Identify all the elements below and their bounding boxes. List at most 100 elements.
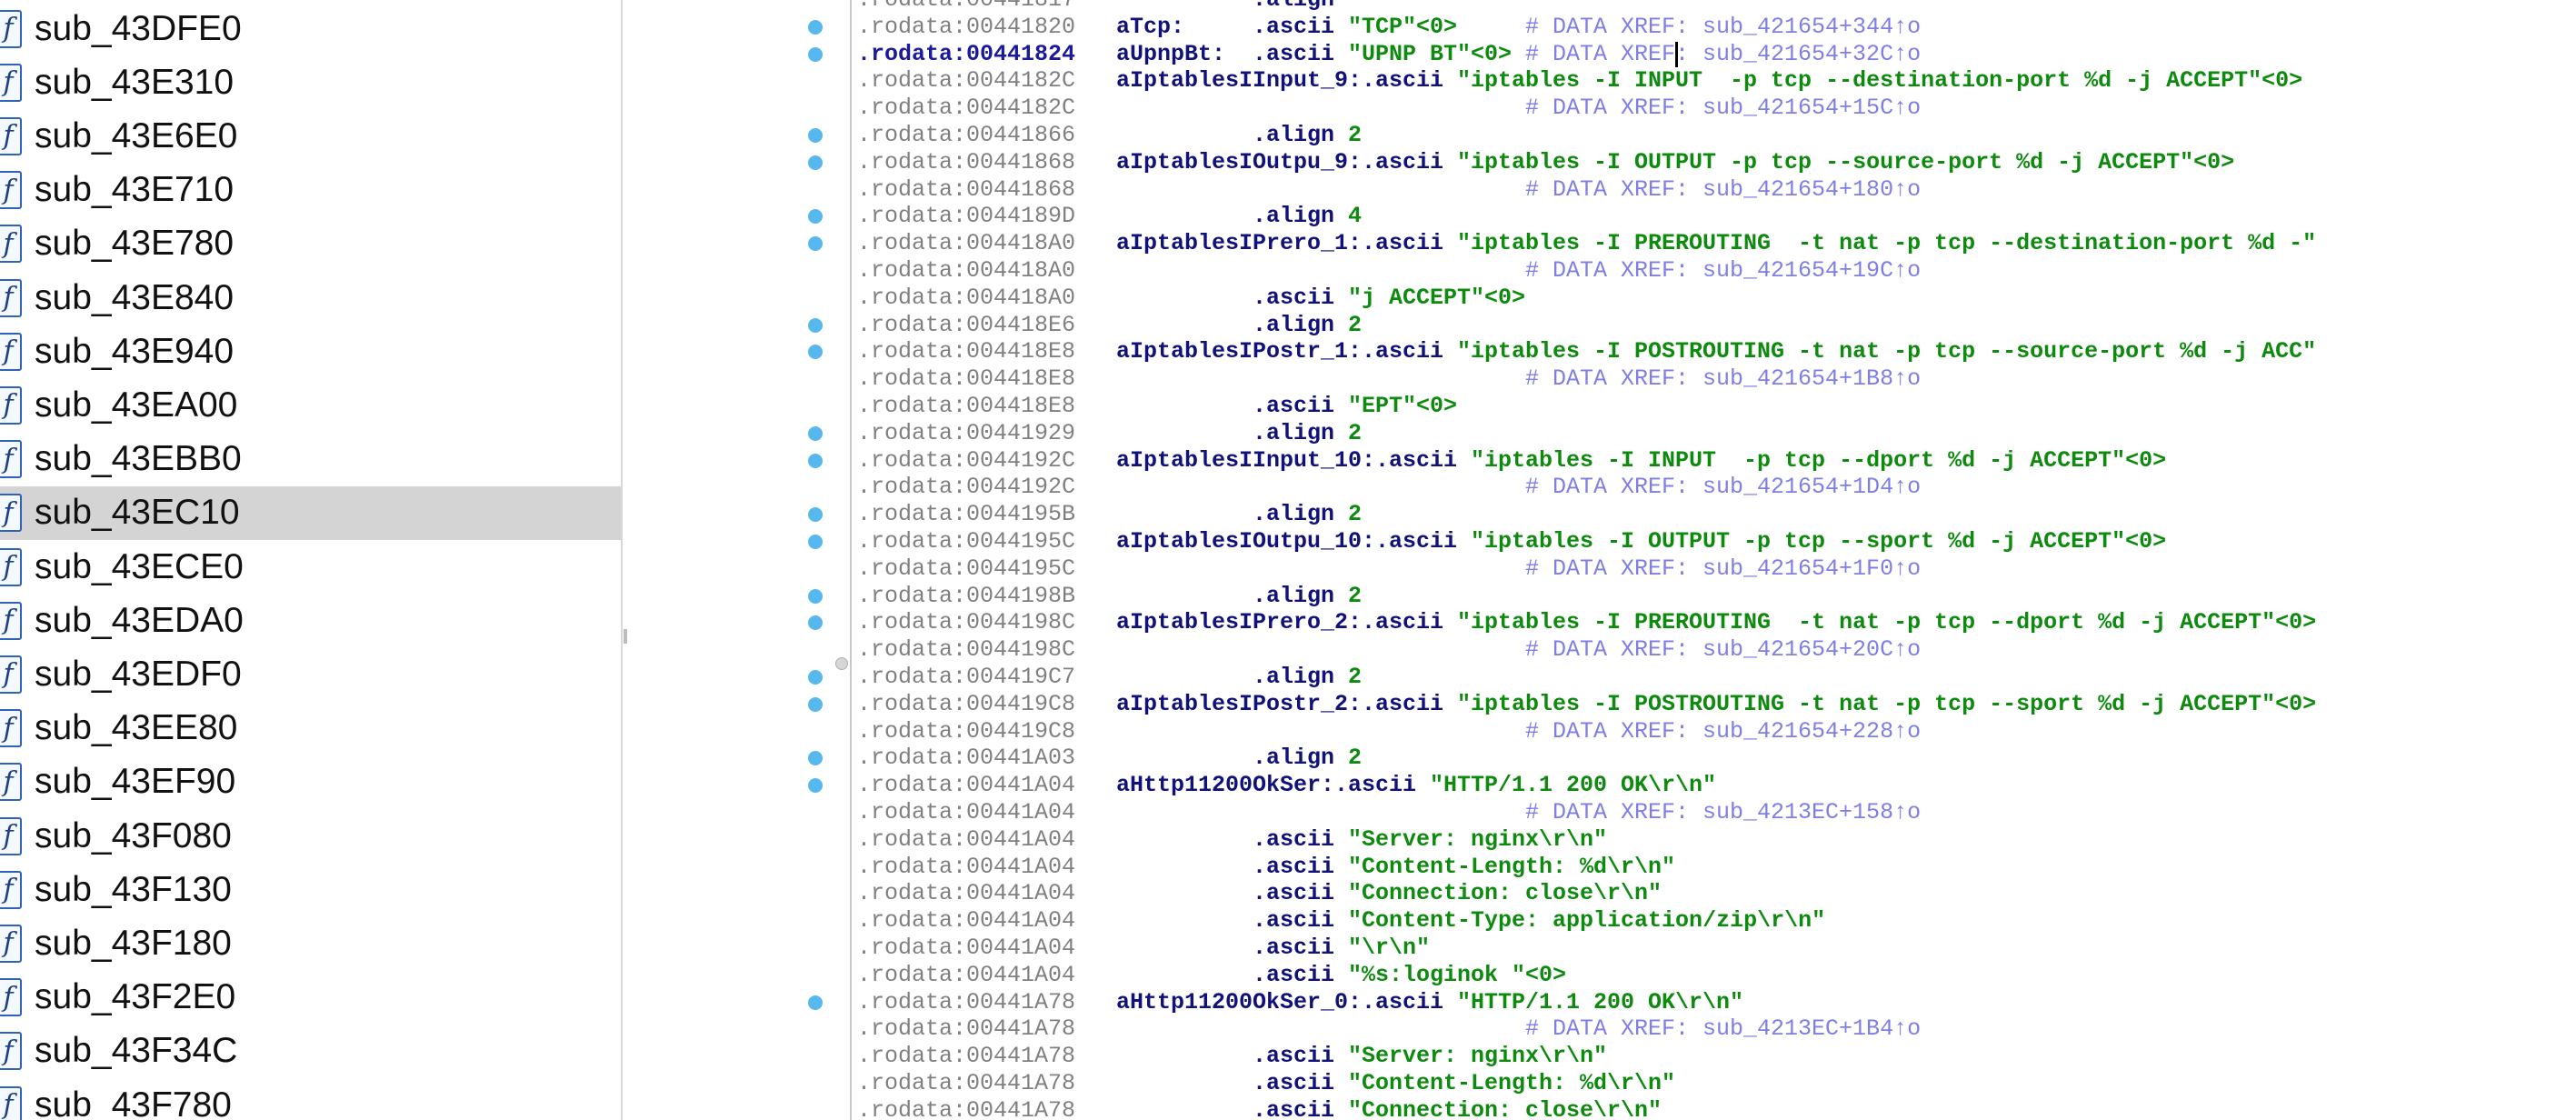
breakpoint-dot-icon[interactable] — [808, 535, 823, 549]
disassembly-line[interactable]: .rodata:00441868 # DATA XREF: sub_421654+… — [857, 176, 2566, 204]
line-address: .rodata:004419C8 — [857, 717, 1076, 745]
disassembly-view[interactable]: .rodata:00441817 .align .rodata:00441820 aT… — [627, 0, 2576, 1120]
disassembly-line[interactable]: .rodata:004419C7 .align 2 — [857, 664, 2566, 691]
disassembly-line[interactable]: .rodata:004419C8 aIptablesIPostr_2: .ascii… — [857, 691, 2566, 718]
function-list-item[interactable]: f sub_43EE80 — [0, 702, 621, 755]
disassembly-line[interactable]: .rodata:00441A78 aHttp11200OkSer_0: .ascii… — [857, 989, 2566, 1016]
directive: .ascii — [1334, 772, 1417, 799]
function-list-item[interactable]: f sub_43E780 — [0, 217, 621, 271]
breakpoint-dot-icon[interactable] — [808, 453, 823, 468]
xref-comment: # DATA XREF: sub_421654+20C↑o — [1525, 636, 1922, 664]
function-list-item[interactable]: f sub_43F780 — [0, 1078, 621, 1120]
disassembly-line[interactable]: .rodata:00441A04 # DATA XREF: sub_4213EC+… — [857, 799, 2566, 826]
breakpoint-dot-icon[interactable] — [808, 425, 823, 441]
disassembly-line[interactable]: .rodata:0044192C # DATA XREF: sub_421654+… — [857, 474, 2566, 501]
breakpoint-dot-icon[interactable] — [808, 696, 823, 712]
disassembly-line[interactable]: .rodata:00441866 .align 2 — [857, 122, 2566, 149]
disassembly-line[interactable]: .rodata:004418E8 # DATA XREF: sub_421654+… — [857, 365, 2566, 393]
disassembly-line[interactable]: .rodata:00441A78 .ascii "Content-Length: %… — [857, 1070, 2566, 1097]
function-list-item[interactable]: f sub_43E310 — [0, 55, 621, 109]
disassembly-line[interactable]: .rodata:004418A0 aIptablesIPrero_1: .ascii… — [857, 230, 2566, 257]
string-literal: "Content-Length: %d\r\n" — [1348, 853, 1676, 880]
function-icon: f — [0, 9, 22, 48]
disassembly-line[interactable]: .rodata:0044182C # DATA XREF: sub_421654+… — [857, 95, 2566, 122]
function-list-item[interactable]: f sub_43E840 — [0, 271, 621, 325]
function-list-item[interactable]: f sub_43ECE0 — [0, 540, 621, 594]
disassembly-line[interactable]: .rodata:004418E8 aIptablesIPostr_1: .ascii… — [857, 338, 2566, 365]
disassembly-line[interactable]: .rodata:00441824 aUpnpBt: .ascii "UPNP BT"<… — [857, 41, 2566, 68]
breakpoint-dot-icon[interactable] — [808, 19, 823, 35]
disassembly-line[interactable]: .rodata:00441A03 .align 2 — [857, 745, 2566, 772]
breakpoint-dot-icon[interactable] — [808, 751, 823, 766]
breakpoint-dot-icon[interactable] — [808, 209, 823, 225]
directive: .align — [1253, 203, 1335, 230]
breakpoint-dot-icon[interactable] — [808, 778, 823, 794]
breakpoint-dot-icon[interactable] — [808, 236, 823, 252]
disassembly-line[interactable]: .rodata:00441A78 .ascii "Connection: close… — [857, 1097, 2566, 1120]
disassembly-line[interactable]: .rodata:0044195C aIptablesIOutpu_10: .asci… — [857, 528, 2566, 555]
disassembly-line[interactable]: .rodata:00441929 .align 2 — [857, 420, 2566, 447]
function-list-item[interactable]: f sub_43EBB0 — [0, 433, 621, 486]
disassembly-line[interactable]: .rodata:00441A04 aHttp11200OkSer: .ascii "H… — [857, 772, 2566, 799]
function-list-item[interactable]: f sub_43E940 — [0, 325, 621, 378]
directive: .ascii — [1375, 528, 1458, 555]
function-list-item[interactable]: f sub_43E6E0 — [0, 109, 621, 163]
disassembly-line[interactable]: .rodata:00441A04 .ascii "Server: nginx\r\n… — [857, 826, 2566, 854]
line-address: .rodata:00441868 — [857, 148, 1076, 175]
gutter-marker-icon[interactable] — [835, 657, 848, 670]
disassembly-line[interactable]: .rodata:00441A78 .ascii "Server: nginx\r\n… — [857, 1043, 2566, 1070]
breakpoint-dot-icon[interactable] — [808, 670, 823, 685]
function-name: sub_43E840 — [35, 277, 235, 317]
disassembly-line[interactable]: .rodata:00441A78 # DATA XREF: sub_4213EC+… — [857, 1015, 2566, 1043]
xref-comment: # DATA XREF: sub_421654+1D4↑o — [1525, 474, 1922, 501]
breakpoint-dot-icon[interactable] — [808, 507, 823, 523]
function-list-item[interactable]: f sub_43EC10 — [0, 485, 621, 540]
disassembly-line[interactable]: .rodata:0044195C # DATA XREF: sub_421654+… — [857, 555, 2566, 583]
disassembly-line[interactable]: .rodata:0044182C aIptablesIInput_9: .ascii… — [857, 67, 2566, 95]
function-list-item[interactable]: f sub_43EDF0 — [0, 647, 621, 701]
function-list-item[interactable]: f sub_43F2E0 — [0, 971, 621, 1025]
string-literal: "Server: nginx\r\n" — [1348, 825, 1608, 853]
function-list-item[interactable]: f sub_43F34C — [0, 1025, 621, 1078]
disassembly-line[interactable]: .rodata:00441A04 .ascii "%s:loginok "<0> — [857, 962, 2566, 989]
disassembly-line[interactable]: .rodata:00441868 aIptablesIOutpu_9: .ascii… — [857, 149, 2566, 176]
disassembly-line[interactable]: .rodata:004418E8 .ascii "EPT"<0> — [857, 393, 2566, 420]
disassembly-line[interactable]: .rodata:004418A0 # DATA XREF: sub_421654+… — [857, 257, 2566, 285]
disassembly-line[interactable]: .rodata:0044195B .align 2 — [857, 501, 2566, 528]
directive: .ascii — [1253, 13, 1335, 40]
disassembly-line[interactable]: .rodata:004419C8 # DATA XREF: sub_421654+… — [857, 718, 2566, 745]
function-list-item[interactable]: f sub_43F130 — [0, 863, 621, 916]
disassembly-line[interactable]: .rodata:0044198C aIptablesIPrero_2: .ascii… — [857, 609, 2566, 636]
disassembly-line[interactable]: .rodata:00441A04 .ascii "\r\n" — [857, 935, 2566, 962]
function-list-item[interactable]: f sub_43EA00 — [0, 378, 621, 432]
disassembly-line[interactable]: .rodata:0044189D .align 4 — [857, 203, 2566, 230]
breakpoint-dot-icon[interactable] — [808, 615, 823, 631]
line-address: .rodata:004418A0 — [857, 257, 1076, 284]
function-list-item[interactable]: f sub_43E710 — [0, 164, 621, 217]
function-list-item[interactable]: f sub_43F180 — [0, 916, 621, 970]
disassembly-line[interactable]: .rodata:0044198B .align 2 — [857, 583, 2566, 610]
breakpoint-dot-icon[interactable] — [808, 995, 823, 1010]
function-list-item[interactable]: f sub_43EDA0 — [0, 594, 621, 647]
function-list-item[interactable]: f sub_43DFE0 — [0, 2, 621, 55]
disassembly-line[interactable]: .rodata:00441A04 .ascii "Content-Length: %… — [857, 854, 2566, 881]
breakpoint-dot-icon[interactable] — [808, 128, 823, 143]
breakpoint-dot-icon[interactable] — [808, 155, 823, 170]
disassembly-line[interactable]: .rodata:004418A0 .ascii "j ACCEPT"<0> — [857, 285, 2566, 312]
breakpoint-dot-icon[interactable] — [808, 345, 823, 360]
string-literal: "iptables -I POSTROUTING -t nat -p tcp -… — [1457, 338, 2317, 365]
disassembly-line[interactable]: .rodata:00441820 aTcp: .ascii "TCP"<0> # DAT… — [857, 14, 2566, 41]
disassembly-line[interactable]: .rodata:00441817 .align — [857, 0, 2566, 14]
function-list-item[interactable]: f sub_43EF90 — [0, 755, 621, 809]
disassembly-line[interactable]: .rodata:0044192C aIptablesIInput_10: .asci… — [857, 447, 2566, 475]
breakpoint-dot-icon[interactable] — [808, 317, 823, 333]
disassembly-line[interactable]: .rodata:004418E6 .align 2 — [857, 312, 2566, 339]
function-name: sub_43F34C — [35, 1031, 238, 1071]
disassembly-line[interactable]: .rodata:00441A04 .ascii "Connection: close… — [857, 880, 2566, 907]
breakpoint-dot-icon[interactable] — [808, 588, 823, 604]
function-name: sub_43EDF0 — [35, 654, 242, 694]
breakpoint-dot-icon[interactable] — [808, 46, 823, 62]
disassembly-line[interactable]: .rodata:0044198C # DATA XREF: sub_421654+… — [857, 636, 2566, 664]
disassembly-line[interactable]: .rodata:00441A04 .ascii "Content-Type: app… — [857, 907, 2566, 935]
function-list-item[interactable]: f sub_43F080 — [0, 809, 621, 863]
